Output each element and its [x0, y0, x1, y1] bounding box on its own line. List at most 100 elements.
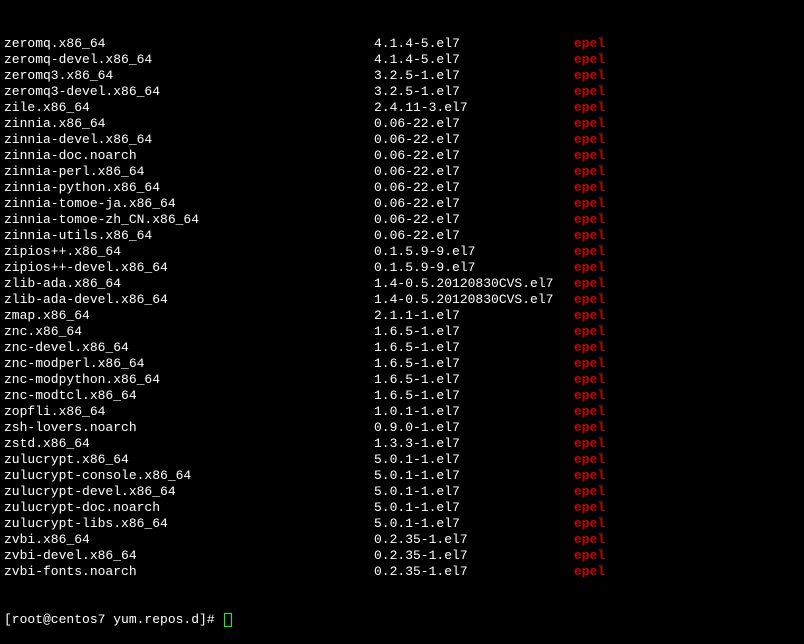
package-version: 5.0.1-1.el7	[374, 468, 574, 484]
package-version: 1.4-0.5.20120830CVS.el7	[374, 292, 574, 308]
package-repo: epel	[574, 484, 605, 500]
package-name: zulucrypt-libs.x86_64	[4, 516, 374, 532]
package-name: zile.x86_64	[4, 100, 374, 116]
package-row: zulucrypt-devel.x86_645.0.1-1.el7epel	[4, 484, 800, 500]
package-repo: epel	[574, 532, 605, 548]
package-row: zulucrypt-libs.x86_645.0.1-1.el7epel	[4, 516, 800, 532]
package-row: zulucrypt-doc.noarch5.0.1-1.el7epel	[4, 500, 800, 516]
package-repo: epel	[574, 148, 605, 164]
package-version: 0.06-22.el7	[374, 228, 574, 244]
package-repo: epel	[574, 228, 605, 244]
package-version: 0.06-22.el7	[374, 164, 574, 180]
package-version: 0.2.35-1.el7	[374, 564, 574, 580]
package-repo: epel	[574, 196, 605, 212]
package-version: 5.0.1-1.el7	[374, 484, 574, 500]
package-row: zulucrypt.x86_645.0.1-1.el7epel	[4, 452, 800, 468]
package-row: zinnia-perl.x86_640.06-22.el7epel	[4, 164, 800, 180]
package-repo: epel	[574, 404, 605, 420]
package-version: 5.0.1-1.el7	[374, 500, 574, 516]
package-name: zlib-ada.x86_64	[4, 276, 374, 292]
package-row: zmap.x86_642.1.1-1.el7epel	[4, 308, 800, 324]
package-repo: epel	[574, 356, 605, 372]
package-version: 0.06-22.el7	[374, 132, 574, 148]
package-version: 1.6.5-1.el7	[374, 356, 574, 372]
package-repo: epel	[574, 84, 605, 100]
package-repo: epel	[574, 388, 605, 404]
package-repo: epel	[574, 340, 605, 356]
package-row: zstd.x86_641.3.3-1.el7epel	[4, 436, 800, 452]
package-version: 0.9.0-1.el7	[374, 420, 574, 436]
package-repo: epel	[574, 500, 605, 516]
package-repo: epel	[574, 260, 605, 276]
package-name: znc-devel.x86_64	[4, 340, 374, 356]
package-row: zsh-lovers.noarch0.9.0-1.el7epel	[4, 420, 800, 436]
package-name: zulucrypt.x86_64	[4, 452, 374, 468]
package-name: znc-modpython.x86_64	[4, 372, 374, 388]
package-name: zinnia-devel.x86_64	[4, 132, 374, 148]
package-name: zipios++-devel.x86_64	[4, 260, 374, 276]
package-version: 1.0.1-1.el7	[374, 404, 574, 420]
package-row: zinnia-tomoe-ja.x86_640.06-22.el7epel	[4, 196, 800, 212]
package-name: zulucrypt-console.x86_64	[4, 468, 374, 484]
package-name: zeromq3-devel.x86_64	[4, 84, 374, 100]
package-row: zinnia-python.x86_640.06-22.el7epel	[4, 180, 800, 196]
package-version: 2.1.1-1.el7	[374, 308, 574, 324]
package-row: zipios++.x86_640.1.5.9-9.el7epel	[4, 244, 800, 260]
package-version: 1.6.5-1.el7	[374, 324, 574, 340]
package-repo: epel	[574, 244, 605, 260]
package-row: zeromq3.x86_643.2.5-1.el7epel	[4, 68, 800, 84]
package-name: zeromq.x86_64	[4, 36, 374, 52]
package-row: zinnia-tomoe-zh_CN.x86_640.06-22.el7epel	[4, 212, 800, 228]
package-repo: epel	[574, 276, 605, 292]
package-name: zlib-ada-devel.x86_64	[4, 292, 374, 308]
package-version: 4.1.4-5.el7	[374, 52, 574, 68]
package-row: zinnia.x86_640.06-22.el7epel	[4, 116, 800, 132]
package-version: 4.1.4-5.el7	[374, 36, 574, 52]
package-repo: epel	[574, 52, 605, 68]
package-row: zopfli.x86_641.0.1-1.el7epel	[4, 404, 800, 420]
package-name: zvbi-fonts.noarch	[4, 564, 374, 580]
package-name: zinnia-python.x86_64	[4, 180, 374, 196]
prompt-line[interactable]: [root@centos7 yum.repos.d]#	[4, 612, 800, 628]
package-name: zvbi-devel.x86_64	[4, 548, 374, 564]
package-name: zinnia-tomoe-zh_CN.x86_64	[4, 212, 374, 228]
package-repo: epel	[574, 180, 605, 196]
package-name: zmap.x86_64	[4, 308, 374, 324]
package-name: zstd.x86_64	[4, 436, 374, 452]
package-version: 0.1.5.9-9.el7	[374, 260, 574, 276]
package-row: zinnia-doc.noarch0.06-22.el7epel	[4, 148, 800, 164]
package-version: 1.4-0.5.20120830CVS.el7	[374, 276, 574, 292]
package-version: 0.1.5.9-9.el7	[374, 244, 574, 260]
package-version: 1.6.5-1.el7	[374, 372, 574, 388]
package-row: zvbi-fonts.noarch0.2.35-1.el7epel	[4, 564, 800, 580]
package-row: zvbi-devel.x86_640.2.35-1.el7epel	[4, 548, 800, 564]
package-version: 3.2.5-1.el7	[374, 84, 574, 100]
package-version: 3.2.5-1.el7	[374, 68, 574, 84]
package-row: znc-modtcl.x86_641.6.5-1.el7epel	[4, 388, 800, 404]
package-name: zinnia-tomoe-ja.x86_64	[4, 196, 374, 212]
package-row: znc-devel.x86_641.6.5-1.el7epel	[4, 340, 800, 356]
package-name: zinnia-doc.noarch	[4, 148, 374, 164]
package-version: 0.2.35-1.el7	[374, 548, 574, 564]
package-name: znc.x86_64	[4, 324, 374, 340]
package-name: zinnia-perl.x86_64	[4, 164, 374, 180]
terminal-output: zeromq.x86_644.1.4-5.el7epelzeromq-devel…	[4, 4, 800, 644]
package-repo: epel	[574, 564, 605, 580]
cursor-icon	[224, 613, 232, 627]
package-version: 1.6.5-1.el7	[374, 340, 574, 356]
package-row: zinnia-devel.x86_640.06-22.el7epel	[4, 132, 800, 148]
package-row: zeromq.x86_644.1.4-5.el7epel	[4, 36, 800, 52]
package-version: 0.06-22.el7	[374, 116, 574, 132]
package-name: zopfli.x86_64	[4, 404, 374, 420]
package-repo: epel	[574, 132, 605, 148]
package-repo: epel	[574, 420, 605, 436]
package-name: zeromq-devel.x86_64	[4, 52, 374, 68]
package-repo: epel	[574, 36, 605, 52]
package-repo: epel	[574, 308, 605, 324]
package-row: zulucrypt-console.x86_645.0.1-1.el7epel	[4, 468, 800, 484]
package-row: znc-modperl.x86_641.6.5-1.el7epel	[4, 356, 800, 372]
package-row: zile.x86_642.4.11-3.el7epel	[4, 100, 800, 116]
package-name: zipios++.x86_64	[4, 244, 374, 260]
package-repo: epel	[574, 468, 605, 484]
package-row: zlib-ada.x86_641.4-0.5.20120830CVS.el7ep…	[4, 276, 800, 292]
